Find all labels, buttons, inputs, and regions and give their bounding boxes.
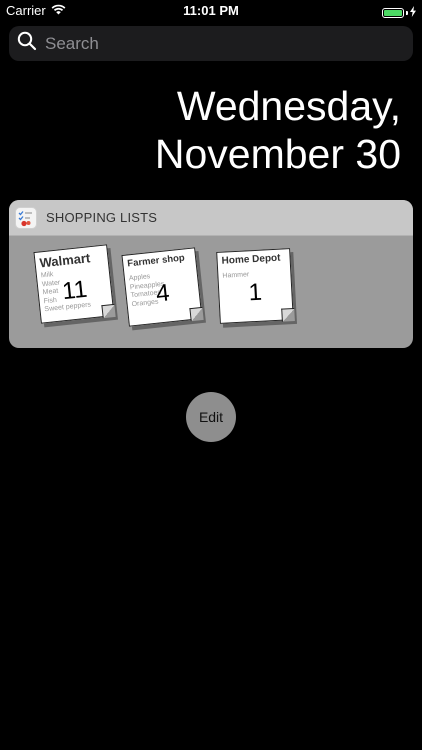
shopping-list-note[interactable]: Walmart Milk Water Meat Fish Sweet peppe… (33, 244, 115, 324)
charging-bolt-icon (410, 4, 416, 22)
date-weekday: Wednesday, (176, 83, 401, 129)
widget-title: SHOPPING LISTS (46, 210, 158, 225)
search-icon (17, 31, 37, 56)
widget-body: Walmart Milk Water Meat Fish Sweet peppe… (9, 236, 413, 348)
list-name: Farmer shop (126, 252, 186, 270)
date-display: Wednesday, November 30 (155, 82, 401, 178)
list-item-count: 1 (247, 278, 263, 307)
edit-button[interactable]: Edit (186, 392, 236, 442)
lock-screen-today-view: Carrier 11:01 PM Search Wednesday, Novem… (0, 0, 422, 750)
battery-icon (382, 8, 404, 18)
shopping-list-note[interactable]: Home Depot Hammer 1 (216, 248, 294, 324)
status-time: 11:01 PM (183, 3, 239, 18)
checklist-icon (15, 206, 37, 229)
battery-level (384, 10, 402, 16)
status-bar: Carrier 11:01 PM (0, 0, 422, 22)
list-item-count: 4 (154, 279, 171, 308)
search-input[interactable]: Search (9, 26, 413, 61)
search-placeholder: Search (45, 33, 99, 53)
list-name: Home Depot (221, 252, 281, 267)
status-right (382, 4, 416, 22)
battery-tip (406, 11, 408, 15)
shopping-lists-widget[interactable]: SHOPPING LISTS Walmart Milk Water Meat F… (9, 200, 413, 348)
shopping-list-note[interactable]: Farmer shop Apples Pineapples Tomatoes O… (121, 247, 203, 327)
widget-header[interactable]: SHOPPING LISTS (9, 200, 413, 236)
list-item-count: 11 (60, 275, 89, 306)
date-month-day: November 30 (154, 131, 401, 177)
